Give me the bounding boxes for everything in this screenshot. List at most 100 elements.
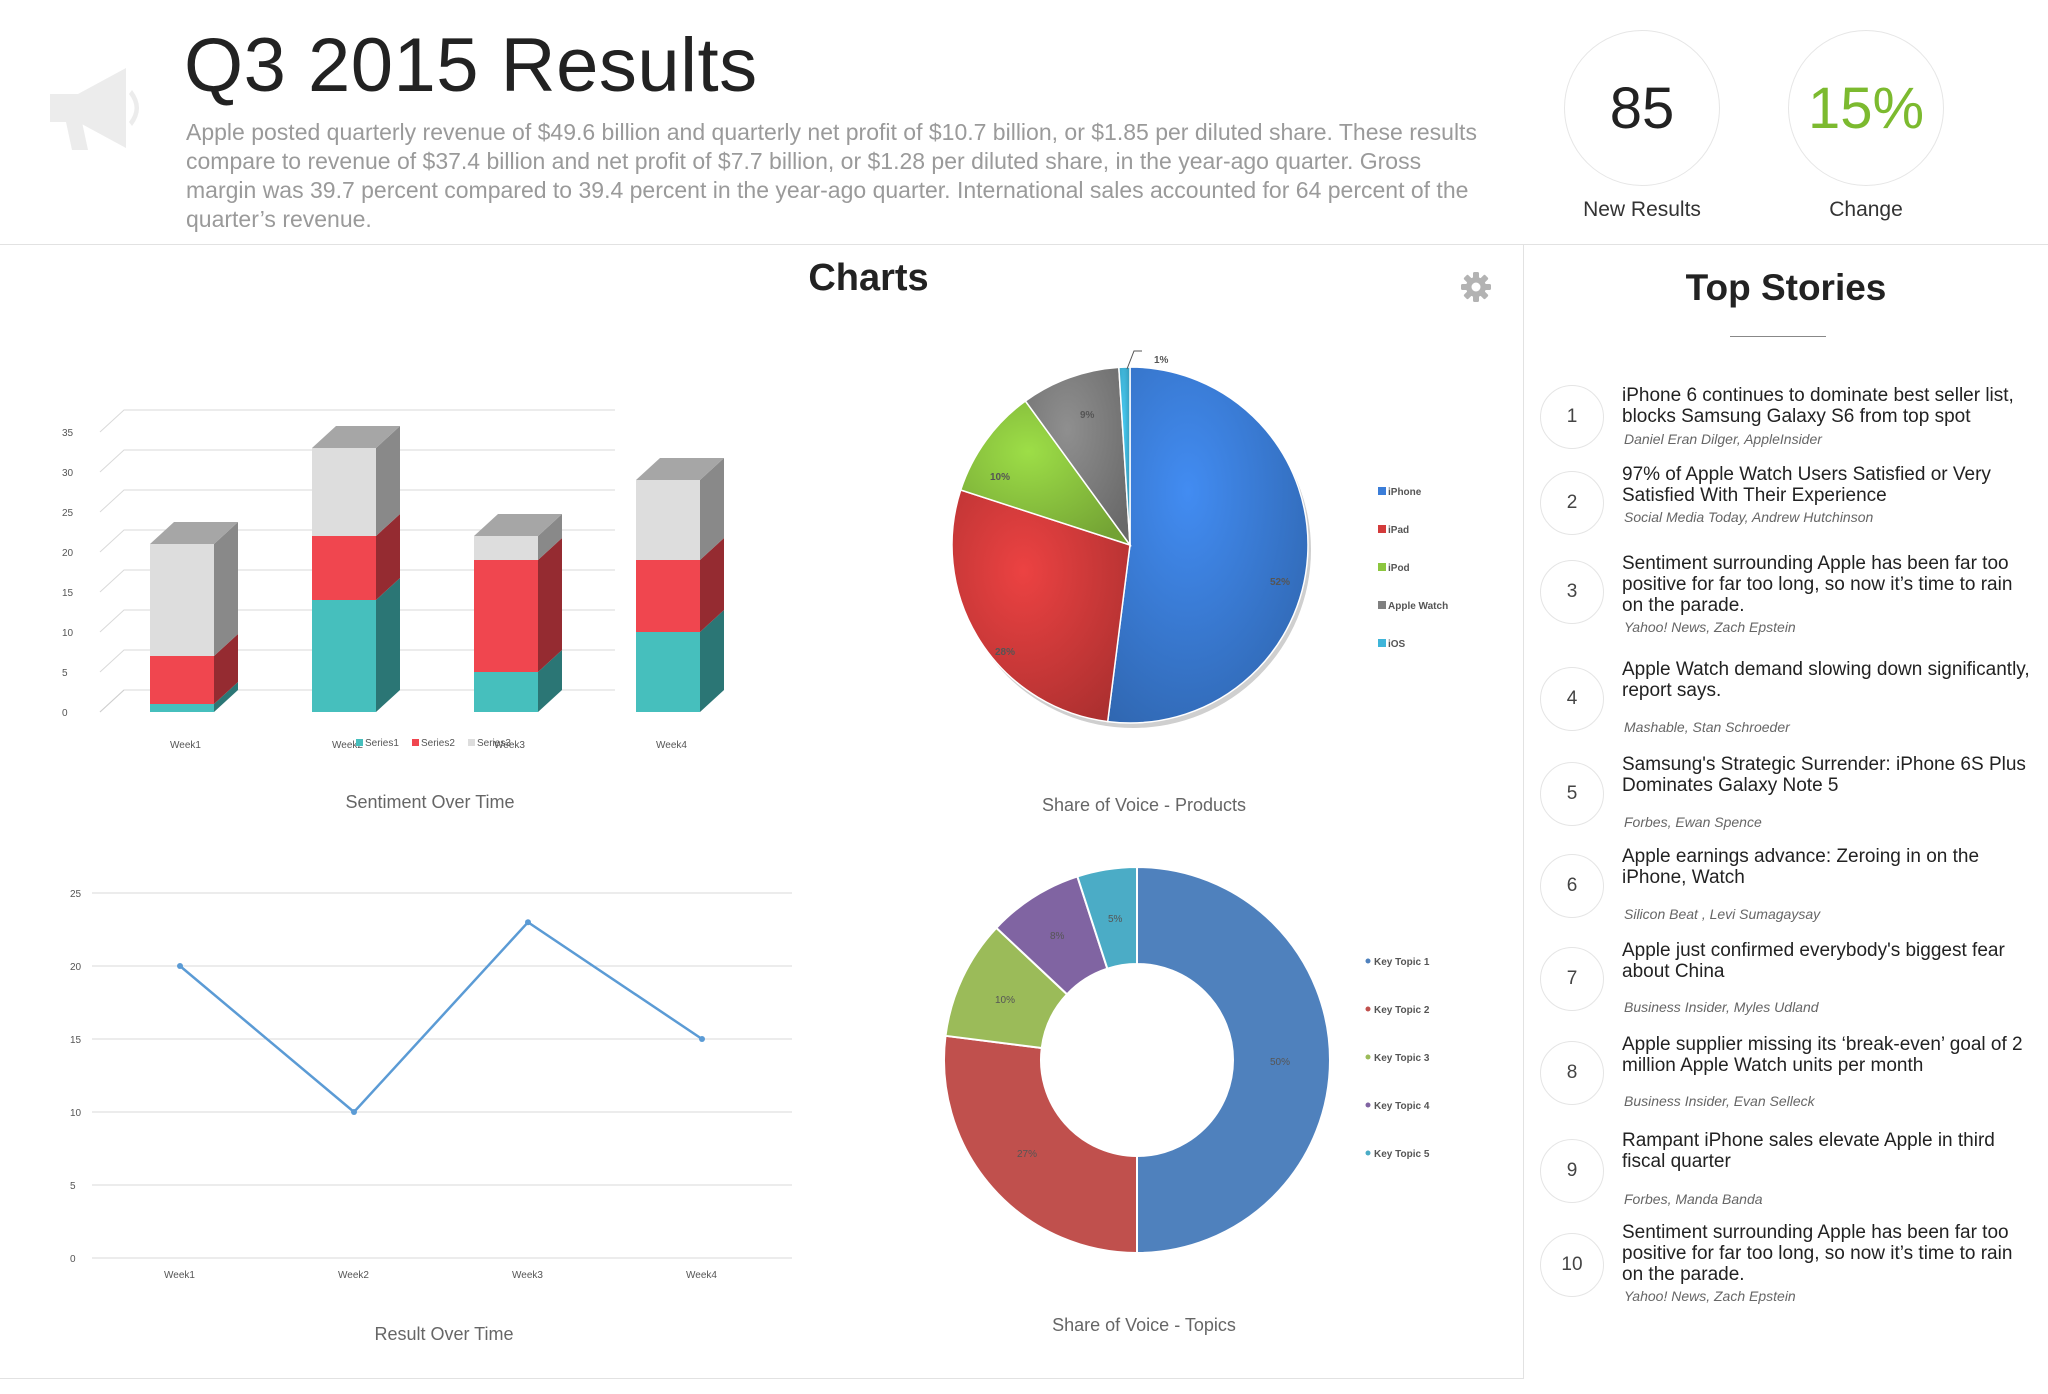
story-title[interactable]: Sentiment surrounding Apple has been far… (1622, 1222, 2032, 1285)
legend-label: Apple Watch (1388, 601, 1448, 612)
legend-swatch (1378, 639, 1386, 647)
bar-segment-week1-series2 (150, 656, 214, 704)
bar-segment-week3-series1 (474, 672, 538, 712)
x-tick-label: Week3 (512, 1270, 543, 1281)
data-point (351, 1109, 357, 1115)
y-tick-label: 5 (62, 668, 68, 679)
x-tick-label: Week1 (164, 1270, 195, 1281)
story-title[interactable]: Apple earnings advance: Zeroing in on th… (1622, 846, 2032, 888)
x-tick-label: Week4 (686, 1270, 717, 1281)
story-source: Yahoo! News, Zach Epstein (1624, 619, 1796, 635)
page-title: Q3 2015 Results (184, 23, 758, 108)
legend-swatch (1378, 487, 1386, 495)
story-source: Forbes, Manda Banda (1624, 1191, 1763, 1207)
story-number: 10 (1540, 1233, 1604, 1297)
story-source: Business Insider, Myles Udland (1624, 999, 1819, 1015)
change-label: Change (1829, 198, 1903, 221)
legend-label: Key Topic 3 (1374, 1053, 1430, 1064)
new-results-label: New Results (1583, 198, 1701, 221)
story-source: Business Insider, Evan Selleck (1624, 1093, 1815, 1109)
pie-data-label: 9% (1080, 410, 1095, 421)
legend-swatch (1365, 1054, 1371, 1060)
donut-data-label: 8% (1050, 931, 1065, 942)
story-title[interactable]: Rampant iPhone sales elevate Apple in th… (1622, 1130, 2032, 1172)
legend-label: Series2 (421, 738, 455, 749)
bar-segment-week3-series2-side (538, 538, 562, 672)
topics-chart-caption: Share of Voice - Topics (1052, 1315, 1236, 1335)
legend-label: Key Topic 5 (1374, 1149, 1430, 1160)
story-title[interactable]: 97% of Apple Watch Users Satisfied or Ve… (1622, 464, 2032, 506)
y-tick-label: 25 (62, 508, 74, 519)
data-point (177, 963, 183, 969)
y-tick-label: 0 (62, 708, 68, 719)
data-point (699, 1036, 705, 1042)
legend-swatch (1378, 563, 1386, 571)
y-tick-label: 25 (70, 889, 82, 900)
x-tick-label: Week4 (656, 740, 687, 751)
story-title[interactable]: iPhone 6 continues to dominate best sell… (1622, 385, 2032, 427)
legend-swatch (1378, 525, 1386, 533)
bar-segment-week1-series3-side (214, 522, 238, 656)
pie-data-label: 28% (995, 647, 1015, 658)
bar-segment-week4-series2 (636, 560, 700, 632)
story-source: Social Media Today, Andrew Hutchinson (1624, 509, 1874, 525)
story-number: 9 (1540, 1139, 1604, 1203)
y-tick-label: 0 (70, 1254, 76, 1265)
change-value: 15% (1807, 75, 1925, 141)
axis-line (99, 689, 125, 713)
story-number: 6 (1540, 854, 1604, 918)
pie-data-label: 10% (990, 472, 1010, 483)
gear-icon[interactable] (1460, 271, 1492, 303)
products-pie-chart: 52% 28% 10% 9% 1% iPhone iPad iPod Apple Watch iO… (951, 350, 1448, 728)
bar-segment-week2-series1 (312, 600, 376, 712)
story-title[interactable]: Apple Watch demand slowing down signific… (1622, 659, 2032, 701)
legend-label: Key Topic 2 (1374, 1005, 1430, 1016)
topics-donut-chart: 50% 27% 10% 8% 5% Key Topic 1 Key Topic 2 Key T… (943, 865, 1430, 1255)
legend-swatch (1365, 1150, 1371, 1156)
story-number: 2 (1540, 471, 1604, 535)
story-source: Mashable, Stan Schroeder (1624, 719, 1790, 735)
story-number: 4 (1540, 667, 1604, 731)
story-title[interactable]: Apple just confirmed everybody's biggest… (1622, 940, 2032, 982)
legend-label: Series3 (477, 738, 511, 749)
legend-swatch (1378, 601, 1386, 609)
y-tick-label: 35 (62, 428, 74, 439)
bar-segment-week1-series1 (150, 704, 214, 712)
results-description: Apple posted quarterly revenue of $49.6 … (186, 119, 1477, 232)
story-number: 7 (1540, 947, 1604, 1011)
legend-label: iPhone (1388, 487, 1422, 498)
y-tick-label: 30 (62, 468, 74, 479)
bar-segment-week3-series2 (474, 560, 538, 672)
products-chart-caption: Share of Voice - Products (1041, 795, 1247, 815)
story-title[interactable]: Samsung's Strategic Surrender: iPhone 6S… (1622, 754, 2032, 796)
new-results-stat: 85 (1564, 30, 1720, 186)
story-title[interactable]: Apple supplier missing its ‘break-even’ … (1622, 1034, 2032, 1076)
story-source: Daniel Eran Dilger, AppleInsider (1624, 431, 1822, 447)
bar-segment-week2-series3 (312, 448, 376, 536)
x-tick-label: Week2 (338, 1270, 369, 1281)
legend-label: Key Topic 1 (1374, 957, 1430, 968)
bar-segment-week4-series1 (636, 632, 700, 712)
result-line-chart: 0 5 10 15 20 25 Week1 Week2 Week3 Week4 (70, 889, 792, 1281)
change-stat: 15% (1788, 30, 1944, 186)
legend-swatch (468, 739, 475, 746)
new-results-value: 85 (1609, 75, 1675, 141)
legend-label: Key Topic 4 (1374, 1101, 1430, 1112)
title-divider (1730, 336, 1826, 337)
legend-swatch (1365, 958, 1371, 964)
donut-data-label: 5% (1108, 914, 1123, 925)
story-source: Forbes, Ewan Spence (1624, 814, 1762, 830)
legend-swatch (412, 739, 419, 746)
donut-data-label: 27% (1017, 1149, 1037, 1160)
legend-swatch (1365, 1102, 1371, 1108)
legend-label: iPod (1388, 563, 1410, 574)
donut-data-label: 10% (995, 995, 1015, 1006)
story-number: 3 (1540, 560, 1604, 624)
y-tick-label: 15 (62, 588, 74, 599)
story-title[interactable]: Sentiment surrounding Apple has been far… (1622, 553, 2032, 616)
donut-slice-key-topic-2 (943, 1034, 1138, 1255)
y-tick-label: 15 (70, 1035, 82, 1046)
bar-segment-week2-series2 (312, 536, 376, 600)
page-header: Q3 2015 Results Apple posted quarterly r… (0, 0, 2048, 245)
data-point (525, 919, 531, 926)
